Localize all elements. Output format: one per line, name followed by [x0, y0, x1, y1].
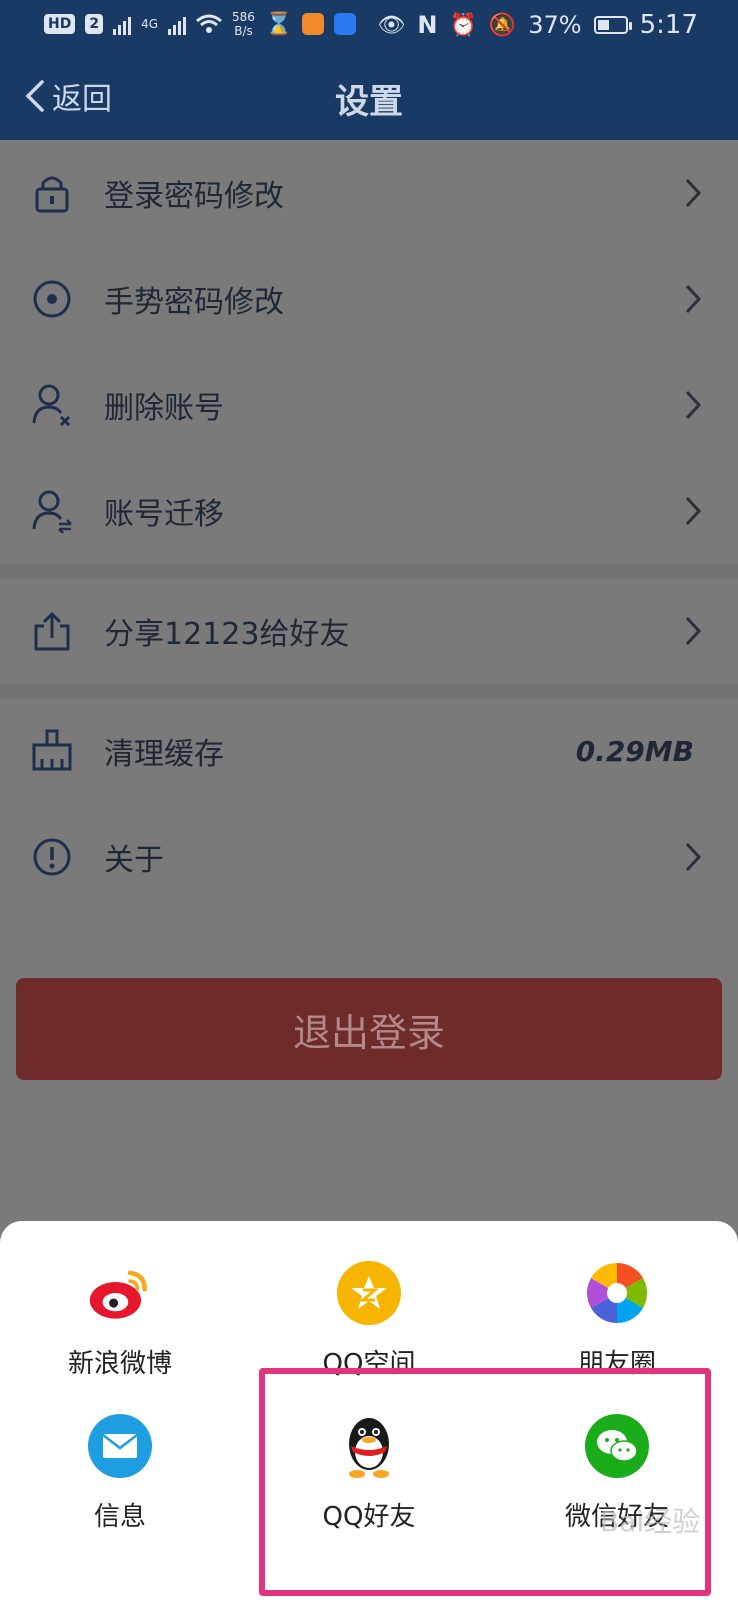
status-bar: HD 2 4G 586 B/s ⌛ 👁 N ⏰ 🔕 37% 5:17 [0, 0, 738, 54]
wifi-icon [196, 14, 222, 33]
signal-icon [113, 13, 132, 35]
nfc-icon: N [417, 11, 438, 39]
section-divider [0, 564, 738, 578]
hourglass-icon: ⌛ [264, 11, 293, 37]
section-divider [0, 684, 738, 698]
mute-icon: 🔕 [488, 12, 517, 38]
chevron-right-icon [685, 284, 702, 314]
sim2-badge: 2 [85, 14, 104, 34]
chevron-right-icon [685, 390, 702, 420]
qzone-icon [337, 1261, 401, 1325]
share-icon [30, 609, 74, 653]
share-item-label: 信息 [93, 1502, 146, 1532]
chevron-right-icon [685, 616, 702, 646]
settings-item-about[interactable]: 关于 [0, 804, 738, 910]
clock: 5:17 [639, 10, 698, 40]
network-speed: 586 B/s [232, 10, 255, 38]
battery-percent: 37% [528, 11, 582, 39]
watermark: Bai经验 [600, 1505, 701, 1538]
alarm-icon: ⏰ [449, 12, 477, 38]
settings-item-label: 关于 [104, 843, 164, 878]
moments-icon [585, 1261, 649, 1325]
settings-item-label: 账号迁移 [104, 497, 224, 532]
app-notification-icon-2 [334, 13, 357, 35]
settings-item-label: 分享12123给好友 [104, 617, 350, 652]
chevron-right-icon [685, 496, 702, 526]
share-item-moments[interactable]: 朋友圈 [517, 1261, 717, 1380]
settings-item-label: 手势密码修改 [104, 285, 284, 320]
app-notification-icon [302, 13, 325, 35]
broom-icon [30, 729, 74, 773]
share-item-label: 新浪微博 [67, 1349, 172, 1379]
target-icon [30, 277, 74, 321]
settings-item-share[interactable]: 分享12123给好友 [0, 578, 738, 684]
user-remove-icon [30, 383, 74, 427]
settings-item-label: 登录密码修改 [104, 179, 284, 214]
eye-icon: 👁 [377, 12, 406, 38]
top-bar: HD 2 4G 586 B/s ⌛ 👁 N ⏰ 🔕 37% 5:17 返回 设置 [0, 0, 738, 140]
message-icon [88, 1414, 152, 1478]
chevron-right-icon [685, 178, 702, 208]
chevron-right-icon [685, 842, 702, 872]
settings-item-label: 删除账号 [104, 391, 224, 426]
settings-item-login-password[interactable]: 登录密码修改 [0, 140, 738, 246]
info-icon [30, 835, 74, 879]
settings-item-clear-cache[interactable]: 清理缓存 0.29MB [0, 698, 738, 804]
nav-header: 返回 设置 [0, 54, 738, 140]
settings-item-delete-account[interactable]: 删除账号 [0, 352, 738, 458]
settings-list: 登录密码修改 手势密码修改 删除账号 账号迁移 分享12123给好友 清理缓存 … [0, 140, 738, 910]
status-left: HD 2 4G 586 B/s ⌛ [44, 10, 357, 38]
signal-icon-2 [168, 13, 187, 35]
logout-button[interactable]: 退出登录 [16, 978, 722, 1080]
network-speed-value: 586 [232, 10, 255, 24]
status-right: 👁 N ⏰ 🔕 37% 5:17 [377, 10, 698, 40]
lte-label: 4G [141, 17, 159, 31]
weibo-icon [88, 1261, 152, 1325]
cache-size: 0.29MB [575, 734, 694, 768]
page-title: 设置 [335, 82, 403, 122]
settings-item-gesture-password[interactable]: 手势密码修改 [0, 246, 738, 352]
share-item-weibo[interactable]: 新浪微博 [20, 1261, 220, 1380]
settings-item-label: 清理缓存 [104, 737, 224, 772]
annotation-highlight-box [259, 1368, 711, 1596]
share-item-qzone[interactable]: QQ空间 [269, 1261, 469, 1380]
settings-item-account-migration[interactable]: 账号迁移 [0, 458, 738, 564]
hd-badge: HD [44, 14, 76, 34]
battery-icon [593, 16, 632, 34]
lock-icon [30, 171, 74, 215]
share-item-message[interactable]: 信息 [20, 1414, 220, 1533]
network-speed-unit: B/s [234, 24, 253, 38]
user-transfer-icon [30, 489, 74, 533]
